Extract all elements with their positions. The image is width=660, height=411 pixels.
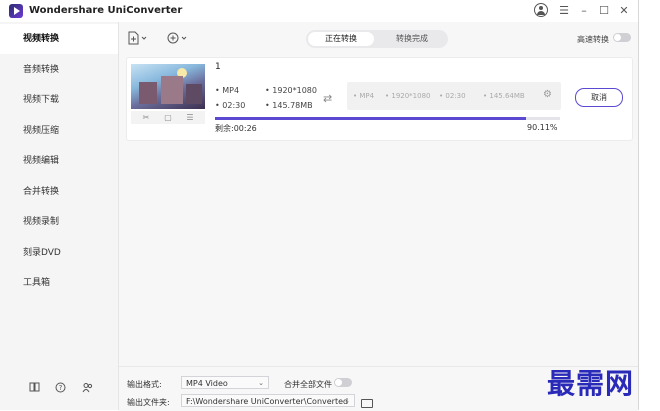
sidebar: 视频转换 音频转换 视频下载 视频压缩 视频编辑 合并转换 视频录制 刻录DVD… bbox=[0, 22, 119, 410]
file-name: 1 bbox=[215, 62, 221, 72]
video-thumbnail[interactable] bbox=[131, 64, 205, 109]
output-format-label: 输出格式: bbox=[127, 380, 162, 389]
sidebar-item-toolbox[interactable]: 工具箱 bbox=[0, 268, 118, 298]
watermark-text: 最需网 bbox=[547, 367, 635, 400]
tab-finished[interactable]: 转换完成 bbox=[378, 32, 446, 46]
gear-icon[interactable]: ⚙ bbox=[543, 89, 552, 100]
sidebar-item-video-compress[interactable]: 视频压缩 bbox=[0, 116, 118, 146]
sidebar-item-burn-dvd[interactable]: 刻录DVD bbox=[0, 238, 118, 268]
help-icon[interactable]: ? bbox=[54, 382, 66, 394]
status-tabs: 正在转换 转换完成 bbox=[306, 30, 448, 48]
progress-fill bbox=[215, 117, 526, 120]
target-size: • 145.64MB bbox=[483, 92, 525, 100]
close-icon[interactable]: ✕ bbox=[616, 3, 632, 19]
main-panel: 正在转换 转换完成 高速转换 ✂ ▢ ☰ 1 • MP4 • 1920*1080… bbox=[119, 22, 638, 411]
high-speed-label: 高速转换 bbox=[577, 35, 609, 44]
sidebar-item-audio-convert[interactable]: 音频转换 bbox=[0, 55, 118, 85]
progress-percent: 90.11% bbox=[527, 123, 558, 132]
output-folder-select[interactable]: F:\Wondershare UniConverter\Converted ⌄ bbox=[181, 394, 355, 407]
minimize-icon[interactable]: – bbox=[576, 3, 592, 19]
target-format: • MP4 bbox=[353, 92, 375, 100]
sidebar-item-video-edit[interactable]: 视频编辑 bbox=[0, 146, 118, 176]
menu-icon[interactable]: ☰ bbox=[556, 3, 572, 19]
maximize-icon[interactable]: ☐ bbox=[596, 3, 612, 19]
folder-icon[interactable] bbox=[361, 399, 373, 408]
source-resolution: • 1920*1080 bbox=[265, 86, 317, 95]
output-format-value: MP4 Video bbox=[186, 379, 228, 388]
sidebar-item-screen-record[interactable]: 视频录制 bbox=[0, 207, 118, 237]
sidebar-item-video-convert[interactable]: 视频转换 bbox=[0, 24, 118, 54]
source-duration: • 02:30 bbox=[215, 101, 246, 110]
output-folder-value: F:\Wondershare UniConverter\Converted bbox=[186, 397, 349, 406]
add-file-button[interactable] bbox=[127, 31, 149, 47]
remaining-time: 剩余:00:26 bbox=[215, 124, 257, 133]
progress-bar bbox=[215, 117, 560, 120]
cancel-button[interactable]: 取消 bbox=[575, 88, 623, 107]
merge-label: 合并全部文件 bbox=[284, 380, 332, 389]
merge-toggle[interactable] bbox=[334, 378, 352, 387]
output-folder-label: 输出文件夹: bbox=[127, 398, 170, 407]
svg-text:?: ? bbox=[58, 384, 62, 392]
crop-icon[interactable]: ▢ bbox=[161, 112, 175, 123]
target-resolution: • 1920*1080 bbox=[385, 92, 431, 100]
avatar-icon[interactable] bbox=[534, 3, 548, 17]
tab-converting[interactable]: 正在转换 bbox=[308, 32, 374, 46]
add-from-device-button[interactable] bbox=[167, 31, 189, 47]
user-icon[interactable] bbox=[81, 382, 93, 394]
title-bar: Wondershare UniConverter ☰ – ☐ ✕ bbox=[0, 0, 638, 22]
high-speed-toggle[interactable] bbox=[613, 33, 631, 42]
chevron-down-icon: ⌄ bbox=[344, 397, 350, 405]
book-icon[interactable] bbox=[28, 382, 40, 394]
app-window: Wondershare UniConverter ☰ – ☐ ✕ 视频转换 音频… bbox=[0, 0, 639, 411]
thumbnail-toolbar: ✂ ▢ ☰ bbox=[131, 111, 205, 124]
app-title: Wondershare UniConverter bbox=[29, 5, 183, 16]
source-format: • MP4 bbox=[215, 86, 240, 95]
source-size: • 145.78MB bbox=[265, 101, 313, 110]
app-logo-icon bbox=[9, 4, 23, 18]
task-card: ✂ ▢ ☰ 1 • MP4 • 1920*1080 • 02:30 • 145.… bbox=[126, 57, 633, 141]
sidebar-item-merge[interactable]: 合并转换 bbox=[0, 177, 118, 207]
trim-icon[interactable]: ✂ bbox=[139, 112, 153, 123]
output-format-select[interactable]: MP4 Video ⌄ bbox=[181, 376, 269, 389]
target-duration: • 02:30 bbox=[439, 92, 466, 100]
convert-arrow-icon: ⇄ bbox=[323, 92, 333, 105]
sidebar-item-video-download[interactable]: 视频下载 bbox=[0, 85, 118, 115]
chevron-down-icon: ⌄ bbox=[258, 379, 264, 387]
target-settings[interactable]: • MP4 • 1920*1080 • 02:30 • 145.64MB ⚙ bbox=[347, 82, 561, 110]
effect-icon[interactable]: ☰ bbox=[183, 112, 197, 123]
